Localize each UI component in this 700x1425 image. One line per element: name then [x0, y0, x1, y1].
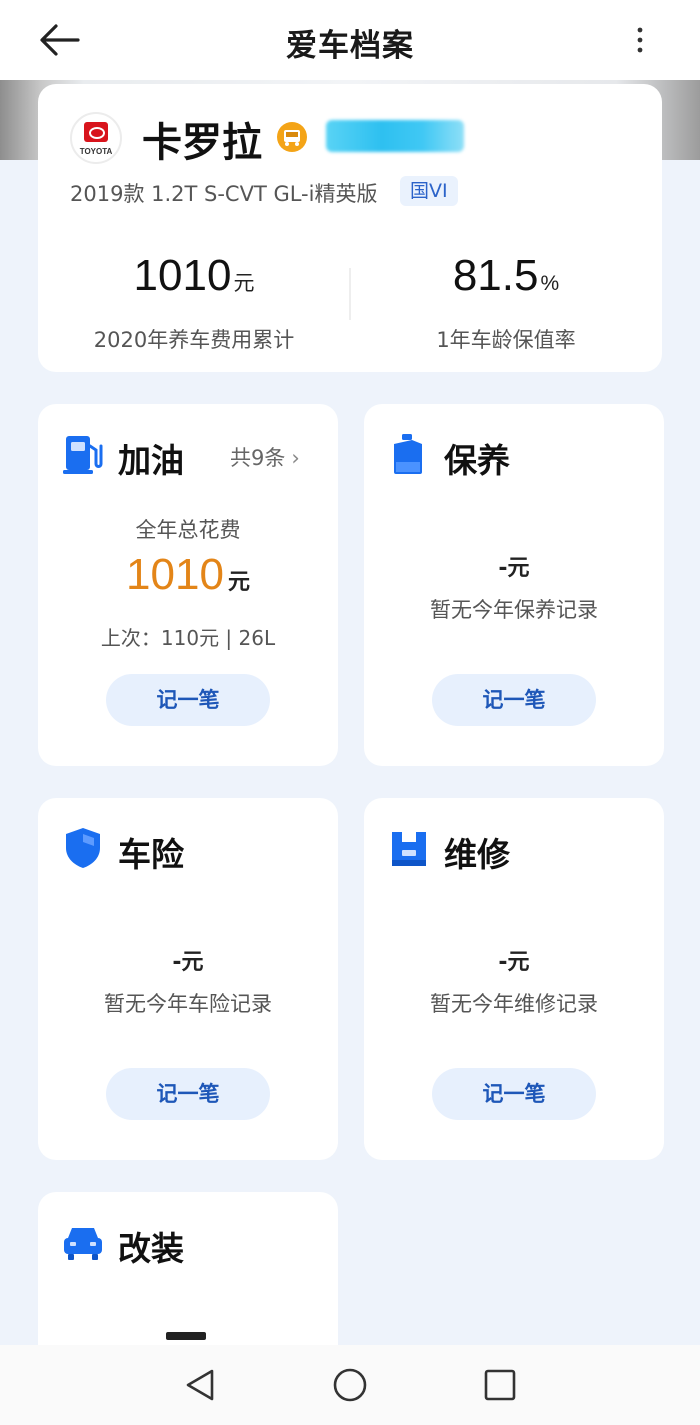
- insurance-record-button[interactable]: 记一笔: [106, 1068, 270, 1120]
- emission-standard-badge: 国VI: [400, 176, 458, 206]
- car-icon: [64, 1228, 102, 1260]
- retention-rate-stat[interactable]: 81.5% 1年车龄保值率: [350, 250, 662, 354]
- nav-recent-button[interactable]: [482, 1367, 518, 1403]
- repair-empty-text: 暂无今年维修记录: [430, 992, 598, 1016]
- brand-logo: TOYOTA: [70, 112, 122, 164]
- fuel-total-unit: 元: [227, 570, 250, 595]
- more-vertical-icon: [637, 27, 643, 53]
- maintenance-empty-text: 暂无今年保养记录: [430, 598, 598, 622]
- annual-cost-stat[interactable]: 1010元 2020年养车费用累计: [38, 250, 350, 354]
- fuel-pump-icon: [63, 436, 103, 474]
- nav-home-button[interactable]: [332, 1367, 368, 1403]
- maintenance-record-button[interactable]: 记一笔: [432, 674, 596, 726]
- annual-cost-unit: 元: [233, 272, 255, 295]
- toolbox-icon: [392, 832, 426, 866]
- repair-title: 维修: [444, 835, 510, 874]
- maintenance-title: 保养: [444, 441, 510, 480]
- modification-amount-partial: [166, 1332, 206, 1340]
- insurance-amount: -元: [172, 950, 204, 975]
- triangle-back-icon: [186, 1369, 214, 1401]
- certified-badge-icon: [277, 122, 307, 152]
- repair-amount: -元: [498, 950, 530, 975]
- oil-can-icon: [394, 434, 422, 474]
- circle-home-icon: [333, 1368, 367, 1402]
- fuel-record-count-link[interactable]: 共9条 ›: [230, 442, 300, 472]
- insurance-empty-text: 暂无今年车险记录: [104, 992, 272, 1016]
- modification-title: 改装: [118, 1229, 184, 1268]
- car-name: 卡罗拉: [142, 120, 262, 166]
- insurance-title: 车险: [118, 835, 184, 874]
- fuel-record-button[interactable]: 记一笔: [106, 674, 270, 726]
- car-summary-card: TOYOTA 卡罗拉 2019款 1.2T S-CVT GL-i精英版 国VI …: [38, 84, 662, 372]
- top-bar: 爱车档案: [0, 0, 700, 80]
- retention-rate-label: 1年车龄保值率: [436, 328, 576, 352]
- chevron-right-icon: ›: [291, 446, 300, 470]
- page-title: 爱车档案: [286, 28, 414, 64]
- retention-rate-unit: %: [540, 272, 560, 295]
- fuel-title: 加油: [118, 441, 184, 480]
- fuel-total: 1010 元: [38, 550, 338, 600]
- fuel-tile[interactable]: 加油 共9条 › 全年总花费 1010 元 上次：110元 | 26L 记一笔: [38, 404, 338, 766]
- maintenance-amount: -元: [498, 556, 530, 581]
- repair-tile[interactable]: 维修 -元 暂无今年维修记录 记一笔: [364, 798, 664, 1160]
- retention-rate-value: 81.5: [452, 251, 539, 300]
- plate-number-redacted: [326, 120, 464, 152]
- shield-icon: [66, 828, 100, 868]
- fuel-caption: 全年总花费: [135, 518, 241, 542]
- brand-logo-text: TOYOTA: [79, 147, 113, 156]
- insurance-tile[interactable]: 车险 -元 暂无今年车险记录 记一笔: [38, 798, 338, 1160]
- nav-back-button[interactable]: [182, 1367, 218, 1403]
- fuel-record-count: 共9条: [230, 446, 286, 470]
- annual-cost-value: 1010: [133, 251, 232, 300]
- square-recent-icon: [484, 1369, 516, 1401]
- annual-cost-label: 2020年养车费用累计: [93, 328, 295, 352]
- fuel-last-record: 上次：110元 | 26L: [100, 626, 276, 650]
- more-button[interactable]: [626, 22, 654, 58]
- system-nav-bar: [0, 1345, 700, 1425]
- repair-record-button[interactable]: 记一笔: [432, 1068, 596, 1120]
- fuel-total-value: 1010: [126, 550, 224, 599]
- car-model: 2019款 1.2T S-CVT GL-i精英版: [70, 182, 378, 206]
- maintenance-tile[interactable]: 保养 -元 暂无今年保养记录 记一笔: [364, 404, 664, 766]
